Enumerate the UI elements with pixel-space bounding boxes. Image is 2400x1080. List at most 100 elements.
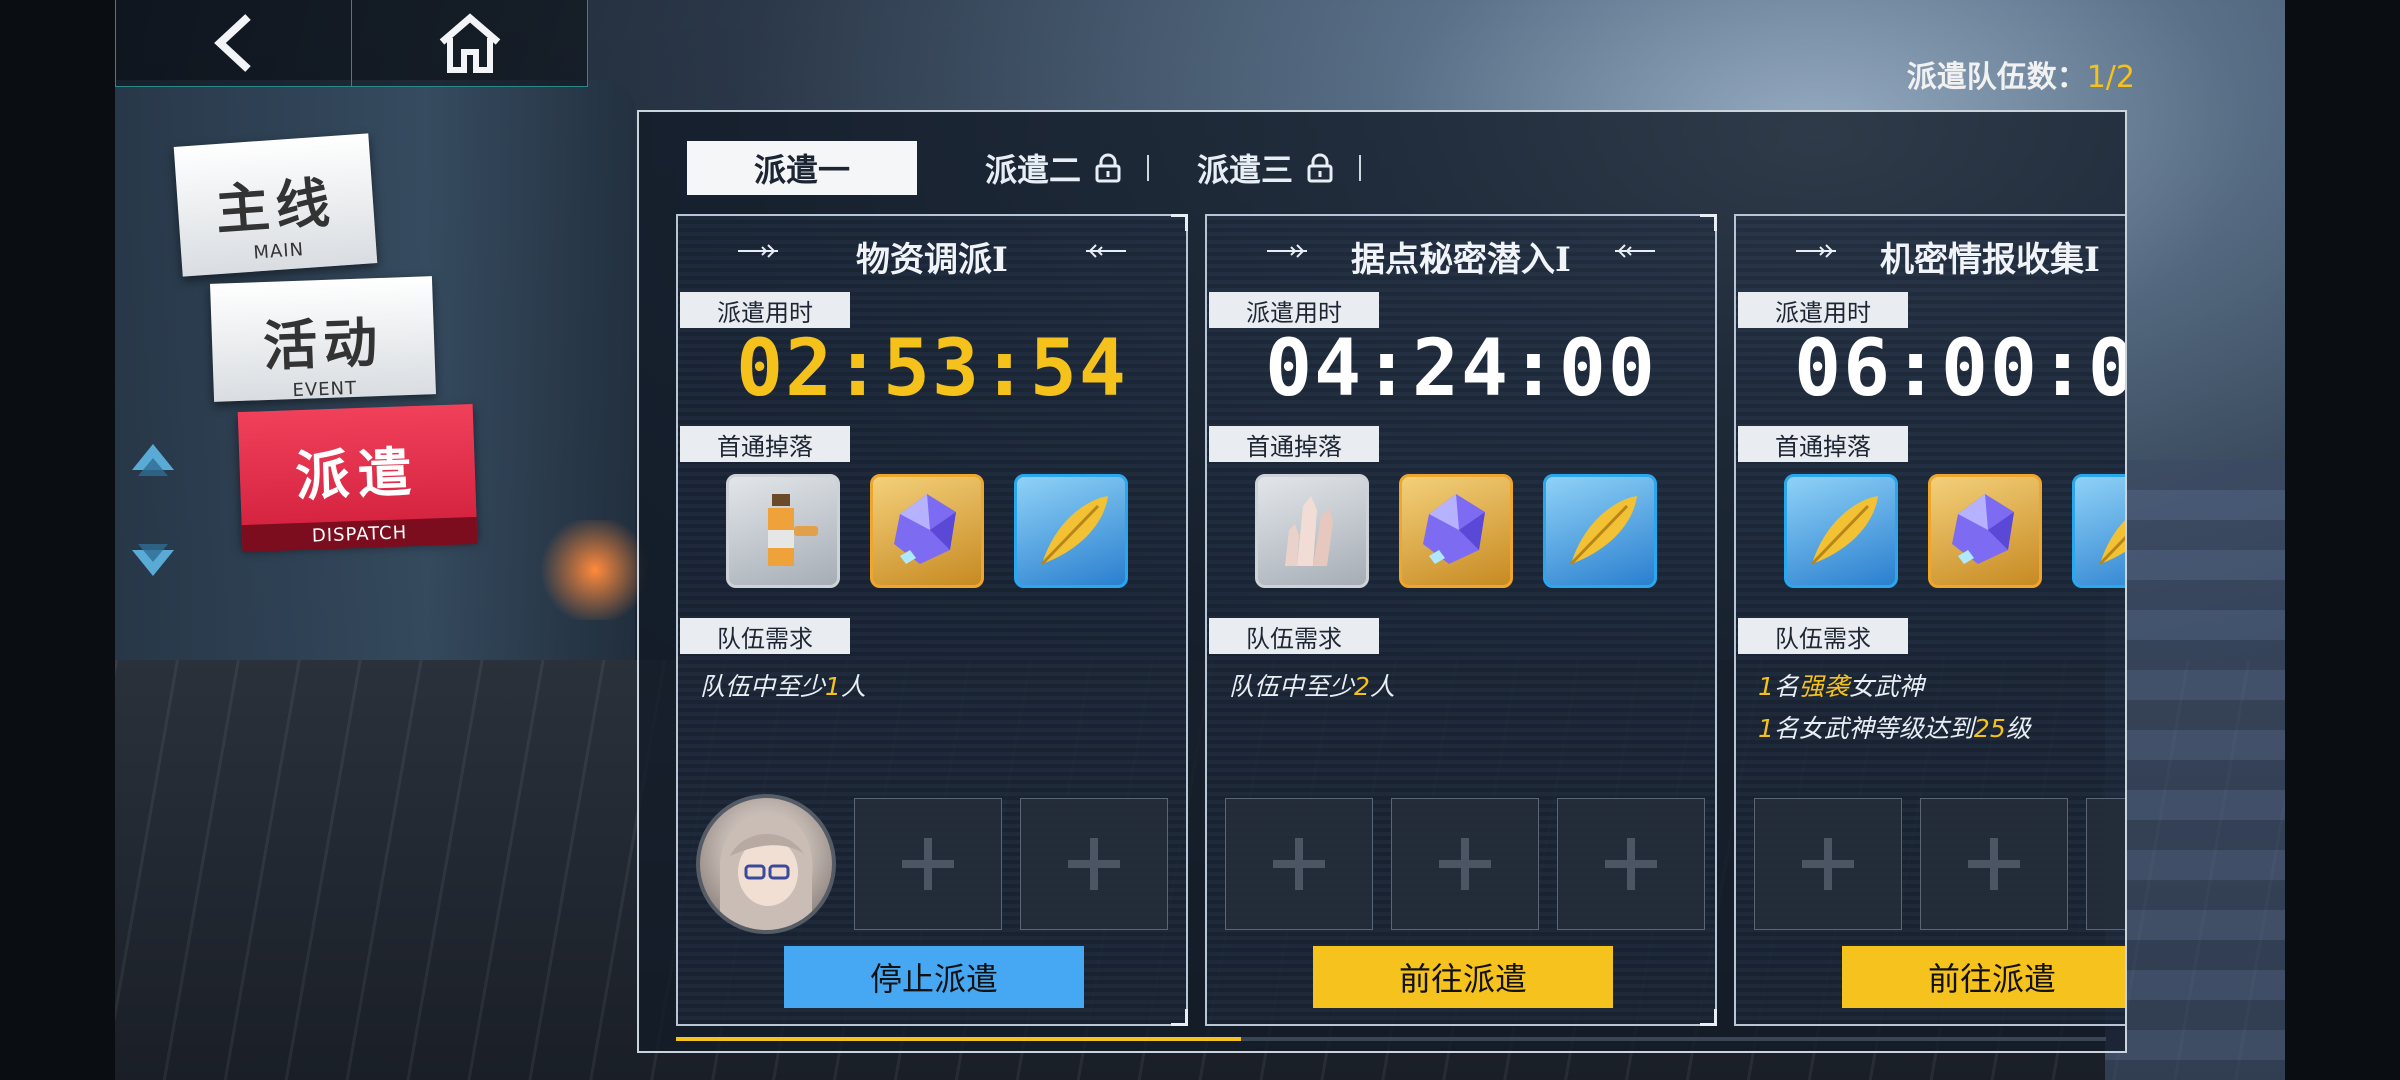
drop-item[interactable] — [870, 474, 984, 588]
req-text: 队伍中至少 — [1229, 672, 1355, 701]
crystal-gem-icon — [1952, 494, 2014, 564]
valkyrie-avatar[interactable] — [696, 794, 836, 934]
golden-feather-icon — [1810, 496, 1878, 566]
drop-item[interactable] — [1255, 474, 1369, 588]
team-slots — [1754, 798, 2125, 930]
empty-team-slot[interactable] — [1020, 798, 1168, 930]
quartz-crystal-icon — [1285, 496, 1333, 566]
drop-item[interactable] — [1928, 474, 2042, 588]
empty-team-slot[interactable] — [854, 798, 1002, 930]
mission-timer: 02:53:54 — [736, 324, 1128, 414]
empty-team-slot[interactable] — [1225, 798, 1373, 930]
corner-bracket — [1171, 214, 1188, 231]
team-label: 队伍需求 — [1209, 618, 1379, 654]
corner-bracket — [1700, 1009, 1717, 1026]
drop-item[interactable] — [1784, 474, 1898, 588]
go-dispatch-button[interactable]: 前往派遣 — [1842, 946, 2125, 1008]
req-highlight: 1 — [1758, 714, 1774, 743]
corner-bracket — [1700, 214, 1717, 231]
scrollbar-thumb[interactable] — [676, 1037, 1241, 1041]
req-text: 队伍中至少 — [700, 672, 826, 701]
screen-edge-left — [0, 0, 115, 1080]
tab-label: 派遣二 — [985, 151, 1082, 189]
empty-team-slot[interactable] — [1920, 798, 2068, 930]
req-highlight: 1 — [1758, 672, 1774, 701]
mission-title: 机密情报收集I — [1880, 240, 2100, 280]
time-label: 派遣用时 — [1209, 292, 1379, 328]
tab-dispatch-1[interactable]: 派遣一 — [687, 141, 917, 195]
req-text: 女武神 — [1848, 672, 1924, 701]
menu-main-label: 主线 — [213, 169, 338, 243]
empty-team-slot[interactable] — [1391, 798, 1539, 930]
mission-cards: 物资调派I 派遣用时 02:53:54 首通掉落 队伍需求 队伍中至少1人 停止… — [676, 214, 2125, 1026]
drop-item[interactable] — [1399, 474, 1513, 588]
back-button[interactable] — [115, 0, 352, 87]
drops-label: 首通掉落 — [1738, 426, 1908, 462]
title-ornament-icon — [1615, 244, 1655, 258]
drop-items — [726, 474, 1128, 588]
golden-feather-icon — [1040, 496, 1108, 566]
golden-feather-icon — [2098, 520, 2125, 566]
drop-item[interactable] — [2072, 474, 2125, 588]
tab-dispatch-3[interactable]: 派遣三 — [1169, 141, 1362, 195]
requirement-line: 队伍中至少2人 — [1229, 666, 1395, 708]
go-dispatch-button[interactable]: 前往派遣 — [1313, 946, 1613, 1008]
mission-timer: 04:24:00 — [1265, 324, 1657, 414]
drop-item[interactable] — [726, 474, 840, 588]
time-label: 派遣用时 — [1738, 292, 1908, 328]
plus-icon — [1068, 838, 1120, 890]
team-requirement: 1名强袭女武神 1名女武神等级达到25级 — [1758, 666, 2031, 750]
empty-team-slot[interactable] — [2086, 798, 2125, 930]
requirement-line: 1名女武神等级达到25级 — [1758, 708, 2031, 750]
plus-icon — [1968, 838, 2020, 890]
corner-bracket — [1171, 1009, 1188, 1026]
chevron-left-icon — [213, 14, 251, 72]
screen-edge-right — [2285, 0, 2400, 1080]
menu-event[interactable]: 活动 EVENT — [210, 276, 436, 402]
menu-main[interactable]: 主线 MAIN — [173, 133, 378, 277]
tab-separator — [1147, 155, 1150, 181]
team-label: 队伍需求 — [680, 618, 850, 654]
req-highlight: 强袭 — [1798, 672, 1849, 701]
mission-card-1[interactable]: 物资调派I 派遣用时 02:53:54 首通掉落 队伍需求 队伍中至少1人 停止… — [676, 214, 1188, 1026]
plus-icon — [1439, 838, 1491, 890]
scroll-up-arrow-icon[interactable] — [128, 440, 178, 480]
drink-bottle-icon — [768, 494, 818, 566]
home-icon — [439, 13, 500, 73]
crystal-gem-icon — [1423, 494, 1485, 564]
dispatch-tabs: 派遣一 派遣二 派遣三 — [687, 140, 1362, 196]
scroll-down-arrow-icon[interactable] — [128, 540, 178, 580]
plus-icon — [1273, 838, 1325, 890]
drop-item[interactable] — [1543, 474, 1657, 588]
req-text: 人 — [840, 672, 866, 701]
drop-item[interactable] — [1014, 474, 1128, 588]
empty-team-slot[interactable] — [1754, 798, 1902, 930]
stop-dispatch-button[interactable]: 停止派遣 — [784, 946, 1084, 1008]
team-requirement: 队伍中至少1人 — [700, 666, 866, 708]
lock-icon — [1095, 153, 1121, 183]
mission-card-2[interactable]: 据点秘密潜入I 派遣用时 04:24:00 首通掉落 队伍需求 队伍中至少2人 … — [1205, 214, 1717, 1026]
mission-timer: 06:00:00 — [1794, 324, 2125, 414]
menu-event-label: 活动 — [262, 309, 385, 379]
menu-dispatch[interactable]: 派遣 DISPATCH — [237, 403, 478, 553]
team-label: 队伍需求 — [1738, 618, 1908, 654]
tab-separator — [1359, 155, 1362, 181]
plus-icon — [902, 838, 954, 890]
empty-team-slot[interactable] — [1557, 798, 1705, 930]
requirement-line: 1名强袭女武神 — [1758, 666, 2031, 708]
req-highlight: 1 — [825, 672, 841, 701]
tab-label: 派遣一 — [753, 151, 850, 189]
drops-label: 首通掉落 — [1209, 426, 1379, 462]
tab-dispatch-2[interactable]: 派遣二 — [957, 141, 1150, 195]
req-text: 级 — [2005, 714, 2031, 743]
mission-card-3[interactable]: 机密情报收集I 派遣用时 06:00:00 首通掉落 — [1734, 214, 2125, 1026]
team-slots — [696, 794, 1168, 934]
drop-items — [1784, 474, 2125, 588]
home-button[interactable] — [352, 0, 588, 87]
plus-icon — [1802, 838, 1854, 890]
req-highlight: 25 — [1973, 714, 2006, 743]
tab-label: 派遣三 — [1197, 151, 1294, 189]
team-slots — [1225, 798, 1705, 930]
horizontal-scrollbar[interactable] — [676, 1037, 2106, 1041]
team-count-value: 1/2 — [2086, 60, 2135, 95]
